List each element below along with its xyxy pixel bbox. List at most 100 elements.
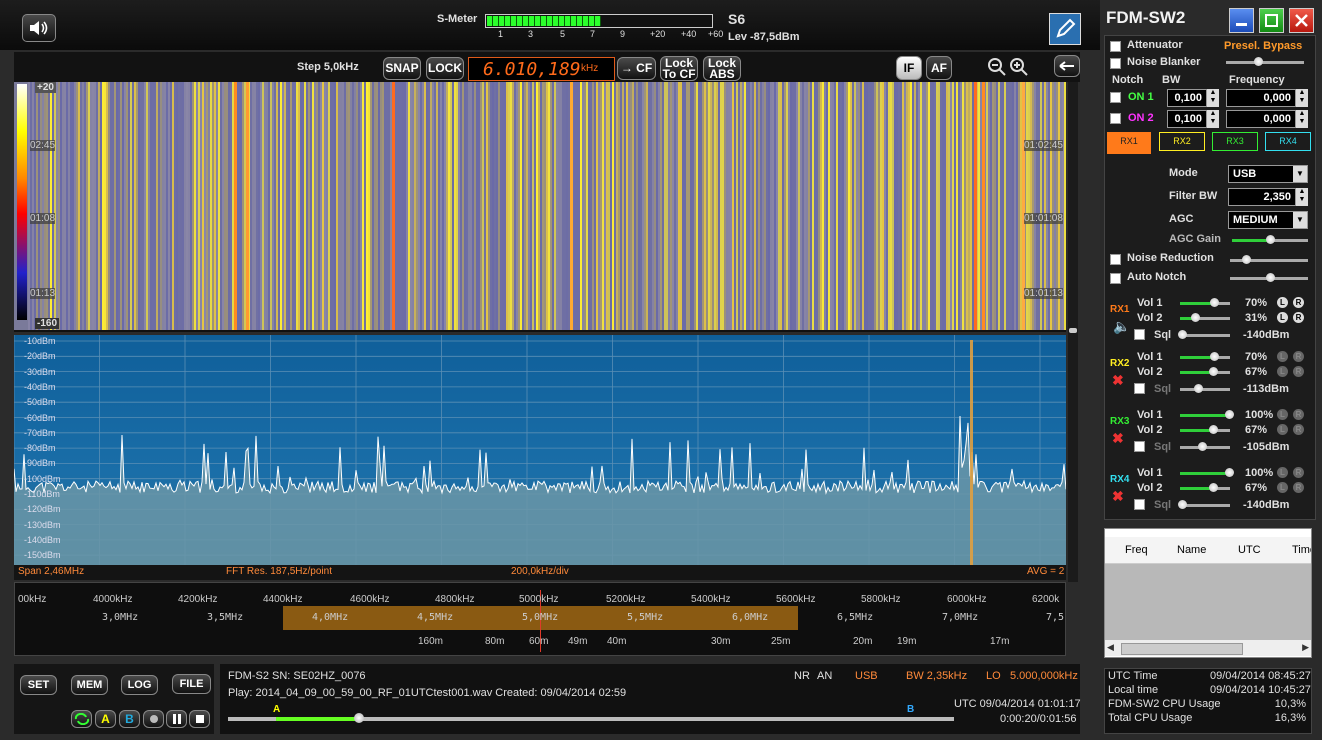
squelch-checkbox[interactable] bbox=[1134, 441, 1145, 452]
right-channel-toggle[interactable]: R bbox=[1293, 312, 1304, 323]
column-utc[interactable]: UTC bbox=[1238, 544, 1261, 556]
auto-notch-checkbox[interactable] bbox=[1110, 273, 1121, 284]
notch1-freq-field[interactable]: 0,000 bbox=[1226, 89, 1296, 107]
filter-bw-field[interactable]: 2,350 bbox=[1228, 188, 1296, 206]
log-button[interactable]: LOG bbox=[121, 675, 158, 695]
attenuator-checkbox[interactable] bbox=[1110, 41, 1121, 52]
tab-rx2[interactable]: RX2 bbox=[1159, 132, 1205, 151]
spectrum-display[interactable] bbox=[14, 335, 1066, 565]
squelch-slider[interactable] bbox=[1180, 384, 1230, 393]
splitter-handle[interactable] bbox=[1069, 328, 1077, 333]
filter-bw-spinner[interactable]: ▲ ▼ bbox=[1296, 188, 1308, 206]
squelch-checkbox[interactable] bbox=[1134, 383, 1145, 394]
right-channel-toggle[interactable]: R bbox=[1293, 297, 1304, 308]
left-channel-toggle[interactable]: L bbox=[1277, 482, 1288, 493]
marker-a-button[interactable]: A bbox=[95, 710, 116, 728]
edit-tool-button[interactable] bbox=[1049, 13, 1081, 45]
tab-rx3[interactable]: RX3 bbox=[1212, 132, 1258, 151]
record-button[interactable] bbox=[143, 710, 164, 728]
close-button[interactable] bbox=[1289, 8, 1314, 33]
snap-button[interactable]: SNAP bbox=[383, 57, 421, 80]
mode-select[interactable]: USB ▼ bbox=[1228, 165, 1308, 183]
speaker-muted-icon[interactable]: ✖ bbox=[1112, 372, 1124, 389]
auto-notch-slider[interactable] bbox=[1230, 273, 1308, 282]
right-channel-toggle[interactable]: R bbox=[1293, 366, 1304, 377]
vol1-slider[interactable] bbox=[1180, 410, 1234, 419]
af-button[interactable]: AF bbox=[926, 56, 952, 80]
vol2-slider[interactable] bbox=[1180, 483, 1230, 492]
lock-button[interactable]: LOCK bbox=[426, 57, 464, 80]
right-channel-toggle[interactable]: R bbox=[1293, 351, 1304, 362]
noise-blanker-checkbox[interactable] bbox=[1110, 58, 1121, 69]
notch2-bw-spinner[interactable]: ▲ ▼ bbox=[1207, 110, 1219, 128]
right-channel-toggle[interactable]: R bbox=[1293, 409, 1304, 420]
tab-rx1[interactable]: RX1 bbox=[1107, 132, 1151, 154]
frequency-display[interactable]: 6.010,189 kHz bbox=[468, 57, 615, 81]
vertical-scrollbar[interactable] bbox=[1068, 82, 1078, 582]
right-channel-toggle[interactable]: R bbox=[1293, 424, 1304, 435]
left-channel-toggle[interactable]: L bbox=[1277, 409, 1288, 420]
vol1-slider[interactable] bbox=[1180, 352, 1230, 361]
to-cf-button[interactable]: → CF bbox=[617, 57, 656, 80]
column-name[interactable]: Name bbox=[1177, 544, 1206, 556]
speaker-muted-icon[interactable]: ✖ bbox=[1112, 488, 1124, 505]
waterfall-display[interactable] bbox=[14, 82, 1066, 332]
agc-select[interactable]: MEDIUM ▼ bbox=[1228, 211, 1308, 229]
presel-bypass-label[interactable]: Presel. Bypass bbox=[1224, 40, 1302, 52]
pause-button[interactable] bbox=[166, 710, 187, 728]
zoom-in-icon[interactable] bbox=[1009, 57, 1029, 82]
left-channel-toggle[interactable]: L bbox=[1277, 297, 1288, 308]
if-button[interactable]: IF bbox=[896, 56, 922, 80]
notch1-bw-spinner[interactable]: ▲ ▼ bbox=[1207, 89, 1219, 107]
left-channel-toggle[interactable]: L bbox=[1277, 467, 1288, 478]
notch1-bw-field[interactable]: 0,100 bbox=[1167, 89, 1207, 107]
playback-track[interactable] bbox=[228, 713, 954, 723]
notch2-checkbox[interactable] bbox=[1110, 113, 1121, 124]
left-channel-toggle[interactable]: L bbox=[1277, 351, 1288, 362]
memory-table[interactable]: Freq Name UTC Time ◀ ▶ bbox=[1104, 528, 1312, 658]
speaker-button[interactable] bbox=[22, 14, 56, 42]
back-arrow-button[interactable] bbox=[1054, 55, 1080, 77]
vol1-slider[interactable] bbox=[1180, 298, 1230, 307]
vol2-slider[interactable] bbox=[1180, 367, 1230, 376]
horizontal-scrollbar[interactable]: ◀ ▶ bbox=[1105, 640, 1311, 656]
minimize-button[interactable] bbox=[1229, 8, 1254, 33]
speaker-icon[interactable]: 🔈 bbox=[1113, 318, 1130, 335]
marker-b-button[interactable]: B bbox=[119, 710, 140, 728]
vol2-slider[interactable] bbox=[1180, 313, 1230, 322]
lock-abs-button[interactable]: Lock ABS bbox=[703, 56, 741, 81]
stop-button[interactable] bbox=[189, 710, 210, 728]
squelch-slider[interactable] bbox=[1180, 442, 1230, 451]
mem-button[interactable]: MEM bbox=[71, 675, 108, 695]
right-channel-toggle[interactable]: R bbox=[1293, 467, 1304, 478]
notch2-freq-field[interactable]: 0,000 bbox=[1226, 110, 1296, 128]
notch2-freq-spinner[interactable]: ▲ ▼ bbox=[1296, 110, 1308, 128]
squelch-slider[interactable] bbox=[1178, 330, 1230, 339]
agc-gain-slider[interactable] bbox=[1232, 235, 1308, 244]
vol1-slider[interactable] bbox=[1180, 468, 1234, 477]
set-button[interactable]: SET bbox=[20, 675, 57, 695]
vol2-slider[interactable] bbox=[1180, 425, 1230, 434]
right-channel-toggle[interactable]: R bbox=[1293, 482, 1304, 493]
left-channel-toggle[interactable]: L bbox=[1277, 366, 1288, 377]
zoom-out-icon[interactable] bbox=[987, 57, 1007, 82]
playback-position-knob[interactable] bbox=[354, 713, 364, 723]
notch1-checkbox[interactable] bbox=[1110, 92, 1121, 103]
tab-rx4[interactable]: RX4 bbox=[1265, 132, 1311, 151]
column-time[interactable]: Time bbox=[1292, 544, 1311, 556]
notch1-freq-spinner[interactable]: ▲ ▼ bbox=[1296, 89, 1308, 107]
squelch-slider[interactable] bbox=[1178, 500, 1230, 509]
scroll-left-icon[interactable]: ◀ bbox=[1107, 642, 1114, 653]
noise-blanker-slider[interactable] bbox=[1226, 57, 1304, 66]
file-button[interactable]: FILE bbox=[172, 674, 211, 694]
noise-reduction-slider[interactable] bbox=[1230, 255, 1308, 264]
squelch-checkbox[interactable] bbox=[1134, 329, 1145, 340]
notch2-bw-field[interactable]: 0,100 bbox=[1167, 110, 1207, 128]
left-channel-toggle[interactable]: L bbox=[1277, 312, 1288, 323]
squelch-checkbox[interactable] bbox=[1134, 499, 1145, 510]
left-channel-toggle[interactable]: L bbox=[1277, 424, 1288, 435]
loop-button[interactable] bbox=[71, 710, 92, 728]
scroll-right-icon[interactable]: ▶ bbox=[1302, 642, 1309, 653]
speaker-muted-icon[interactable]: ✖ bbox=[1112, 430, 1124, 447]
scroll-thumb[interactable] bbox=[1121, 643, 1243, 655]
